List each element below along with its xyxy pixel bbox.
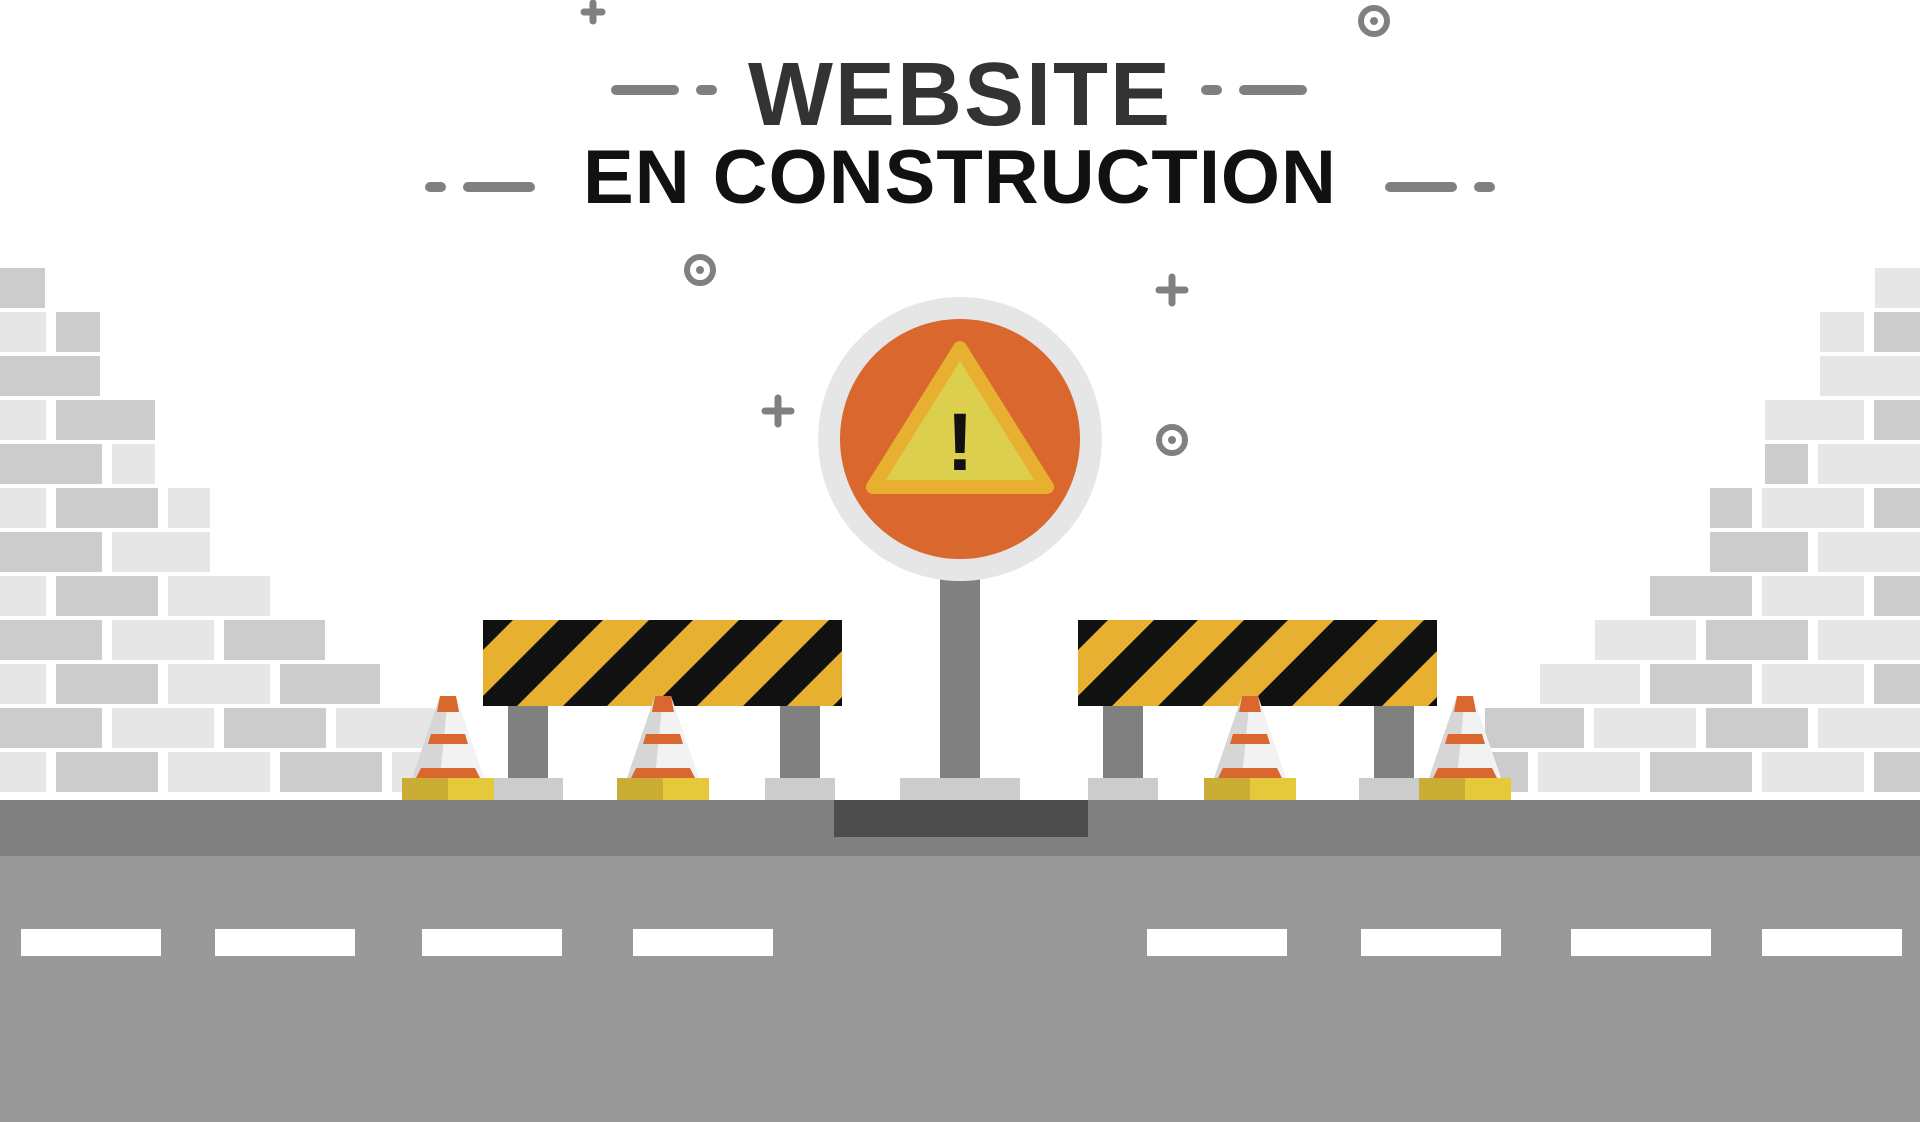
title-website: WEBSITE xyxy=(747,45,1172,145)
traffic-cone xyxy=(1204,696,1296,800)
plus-icon xyxy=(761,394,795,428)
plus-icon xyxy=(1155,273,1189,307)
sign-post xyxy=(900,578,1020,800)
warning-symbol: ! xyxy=(946,397,973,488)
plus-icon xyxy=(580,0,606,25)
warning-sign: ! xyxy=(818,297,1102,581)
brick-wall-right xyxy=(1485,268,1920,792)
title-en-construction: EN CONSTRUCTION xyxy=(583,135,1337,220)
road xyxy=(0,800,1920,1122)
sign-base-plate xyxy=(834,800,1088,837)
traffic-cone xyxy=(617,696,709,800)
brick-wall-left xyxy=(0,268,435,792)
